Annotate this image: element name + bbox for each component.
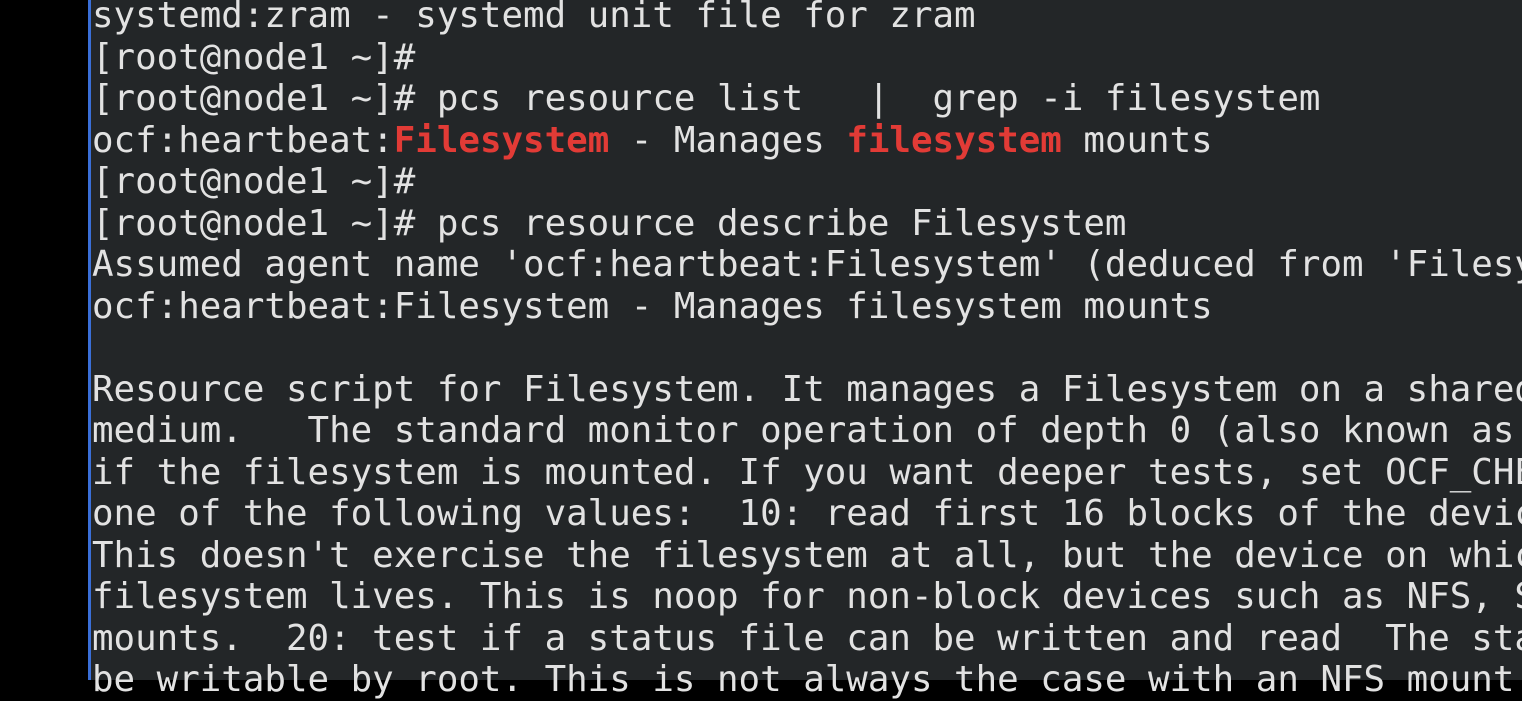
terminal-output: systemd:zram - systemd unit file for zra… [92, 0, 1522, 701]
terminal-line: medium. The standard monitor operation o… [92, 410, 1515, 451]
terminal-line: This doesn't exercise the filesystem at … [92, 534, 1522, 576]
terminal-line: [root@node1 ~]# [92, 36, 416, 78]
grep-match: filesystem [846, 119, 1062, 161]
grep-match: Filesystem [393, 119, 610, 161]
terminal-line: Resource script for Filesystem. It manag… [92, 368, 1522, 410]
terminal-line: ocf:heartbeat:Filesystem - Manages files… [92, 285, 1213, 327]
terminal-line: [root@node1 ~]# [92, 161, 416, 202]
grep-middle: - Manages [609, 119, 847, 161]
terminal-line: mounts. 20: test if a status file can be… [92, 617, 1522, 659]
terminal-line: filesystem lives. This is noop for non-b… [92, 576, 1522, 617]
terminal-line: if the filesystem is mounted. If you wan… [92, 451, 1522, 493]
grep-result-line: ocf:heartbeat:Filesystem - Manages files… [92, 120, 1522, 162]
terminal-window[interactable]: systemd:zram - systemd unit file for zra… [91, 0, 1522, 700]
terminal-line: [root@node1 ~]# pcs resource describe Fi… [92, 202, 1127, 244]
grep-suffix: mounts [1061, 119, 1213, 161]
grep-prefix: ocf:heartbeat: [92, 119, 394, 161]
terminal-line: one of the following values: 10: read fi… [92, 493, 1522, 534]
desktop-background [0, 0, 88, 680]
terminal-line: Assumed agent name 'ocf:heartbeat:Filesy… [92, 244, 1522, 285]
terminal-line: [root@node1 ~]# pcs resource list | grep… [92, 78, 1321, 119]
terminal-line: systemd:zram - systemd unit file for zra… [92, 0, 976, 36]
